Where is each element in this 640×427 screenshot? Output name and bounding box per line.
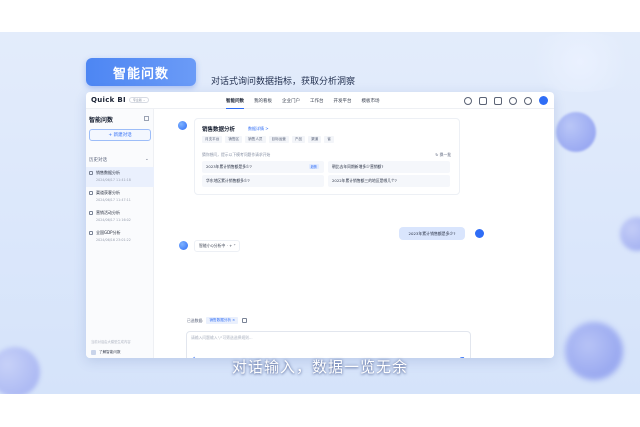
suggested-question[interactable]: 2023年累计销售额是多少? 趋势 xyxy=(202,161,324,173)
glow-decoration xyxy=(520,32,640,92)
info-icon xyxy=(91,350,96,355)
history-item-date: 2024/06/17 11:47:11 xyxy=(96,198,131,202)
ai-disclaimer: 当前对话由大模型生成内容 xyxy=(91,340,131,344)
learn-more-label: 了解智能问数 xyxy=(99,350,121,354)
field-tag: 销售区 xyxy=(225,136,243,143)
app-window: Quick BI 专业版 ⌄ 智能问数 我的看板 企业门户 工作台 开发平台 模… xyxy=(86,92,554,358)
history-item-date: 2024/06/17 11:41:18 xyxy=(96,178,131,182)
app-logo[interactable]: Quick BI xyxy=(91,96,126,104)
field-tag: 目标运营 xyxy=(268,136,289,143)
nav-smart-query[interactable]: 智能问数 xyxy=(226,98,244,109)
field-tag: 销售人员 xyxy=(245,136,266,143)
bot-avatar-icon xyxy=(178,121,187,130)
suggested-question[interactable]: 华东地区累计销售额多少? xyxy=(202,175,324,187)
chat-icon xyxy=(89,211,93,215)
field-tag: 渠道 xyxy=(308,136,322,143)
top-bar: Quick BI 专业版 ⌄ 智能问数 我的看板 企业门户 工作台 开发平台 模… xyxy=(86,92,554,109)
history-item[interactable]: 全国GDP分析 2024/06/16 23:01:22 xyxy=(86,227,154,247)
field-tags: 月支平台 销售区 销售人员 目标运营 产品 渠道 省 xyxy=(202,136,337,143)
history-item-date: 2024/06/16 23:01:22 xyxy=(96,238,131,242)
sidebar-title: 智能问数 xyxy=(89,117,114,124)
selected-dataset-label: 已选数据: xyxy=(187,317,204,323)
message-icon[interactable] xyxy=(494,96,502,105)
history-item-title: 营销活动分析 xyxy=(96,210,120,215)
gear-icon[interactable] xyxy=(509,96,517,105)
history-list: 销售数据分析 2024/06/17 11:41:18 渠道获客分析 2024/0… xyxy=(86,167,154,247)
nav-portal[interactable]: 企业门户 xyxy=(282,98,300,104)
suggested-question-text: 2023年累计销售额是多少? xyxy=(206,164,252,169)
new-chat-button[interactable]: + 新建对话 xyxy=(89,129,151,141)
feature-title-pill: 智能问数 xyxy=(86,58,196,86)
suggestion-badge: 趋势 xyxy=(308,164,319,169)
dataset-card: 销售数据分析 数据详情 > 月支平台 销售区 销售人员 目标运营 产品 渠道 省… xyxy=(194,118,460,195)
history-item-title: 销售数据分析 xyxy=(96,170,120,175)
history-label: 历史对话 xyxy=(89,158,107,163)
toolbar-icons xyxy=(457,92,548,109)
question-input[interactable] xyxy=(191,335,431,347)
chat-icon xyxy=(89,171,93,175)
nav-my-dashboards[interactable]: 我的看板 xyxy=(254,98,272,104)
dataset-picker-icon[interactable] xyxy=(242,318,248,323)
dataset-title: 销售数据分析 xyxy=(202,127,236,133)
suggested-question-text: 2022年累计销售额三的地区是哪几个? xyxy=(332,178,397,183)
sphere-decoration xyxy=(620,217,640,251)
suggested-question-text: 华东地区累计销售额多少? xyxy=(206,178,250,183)
history-item-title: 渠道获客分析 xyxy=(96,190,120,195)
user-message: 2023年累计销售额是多少? xyxy=(399,227,465,240)
nav-template-market[interactable]: 模板市场 xyxy=(362,98,380,104)
chat-icon xyxy=(89,191,93,195)
dataset-chip[interactable]: 销售数据分析 × xyxy=(206,317,239,324)
learn-more-link[interactable]: 了解智能问数 xyxy=(91,350,121,355)
suggested-question[interactable]: 2022年累计销售额三的地区是哪几个? xyxy=(328,175,450,187)
history-item-title: 全国GDP分析 xyxy=(96,230,121,235)
chat-icon xyxy=(89,231,93,235)
thinking-indicator: 智能小Q分析中 · + ⁺ xyxy=(194,240,240,252)
user-avatar xyxy=(475,229,484,238)
field-tag: 月支平台 xyxy=(202,136,223,143)
nav-workbench[interactable]: 工作台 xyxy=(310,98,324,104)
chevron-down-icon[interactable]: ⌄ xyxy=(145,157,149,162)
dataset-details-link[interactable]: 数据详情 > xyxy=(248,126,269,132)
edition-badge[interactable]: 专业版 ⌄ xyxy=(128,97,150,103)
question-input-box: ✦ ➤ xyxy=(186,331,471,358)
selected-dataset-row: 已选数据: 销售数据分析 × xyxy=(187,317,248,324)
video-caption: 对话输入，数据一览无余 xyxy=(231,358,408,376)
collapse-sidebar-icon[interactable] xyxy=(144,116,149,121)
suggestion-hint: 猜你想问，提示以下模考问题作请求开始 xyxy=(202,152,271,157)
feature-tagline: 对话式询问数据指标，获取分析洞察 xyxy=(211,77,356,87)
main-nav: 智能问数 我的看板 企业门户 工作台 开发平台 模板市场 xyxy=(226,92,390,109)
bot-avatar-icon xyxy=(179,241,188,250)
chat-area: 销售数据分析 数据详情 > 月支平台 销售区 销售人员 目标运营 产品 渠道 省… xyxy=(154,109,554,358)
user-avatar[interactable] xyxy=(539,96,548,105)
suggested-question-text: 朝比去年同期新增多少营销额? xyxy=(332,164,384,169)
field-tag: 省 xyxy=(324,136,334,143)
sidebar: 智能问数 + 新建对话 历史对话 ⌄ 销售数据分析 2024/06/17 11:… xyxy=(86,109,154,358)
sphere-decoration xyxy=(556,112,596,152)
help-icon[interactable] xyxy=(524,96,532,105)
suggestion-grid: 2023年累计销售额是多少? 趋势 朝比去年同期新增多少营销额? 华东地区累计销… xyxy=(202,161,454,189)
refresh-suggestions-button[interactable]: ↻ 换一批 xyxy=(435,152,451,158)
history-item[interactable]: 销售数据分析 2024/06/17 11:41:18 xyxy=(86,167,154,187)
nav-dev-platform[interactable]: 开发平台 xyxy=(334,98,352,104)
history-item[interactable]: 渠道获客分析 2024/06/17 11:47:11 xyxy=(86,187,154,207)
search-icon[interactable] xyxy=(464,96,472,105)
history-item-date: 2024/06/17 11:16:02 xyxy=(96,218,131,222)
suggested-question[interactable]: 朝比去年同期新增多少营销额? xyxy=(328,161,450,173)
grid-icon[interactable] xyxy=(479,96,487,105)
history-item[interactable]: 营销活动分析 2024/06/17 11:16:02 xyxy=(86,207,154,227)
field-tag: 产品 xyxy=(291,136,306,143)
